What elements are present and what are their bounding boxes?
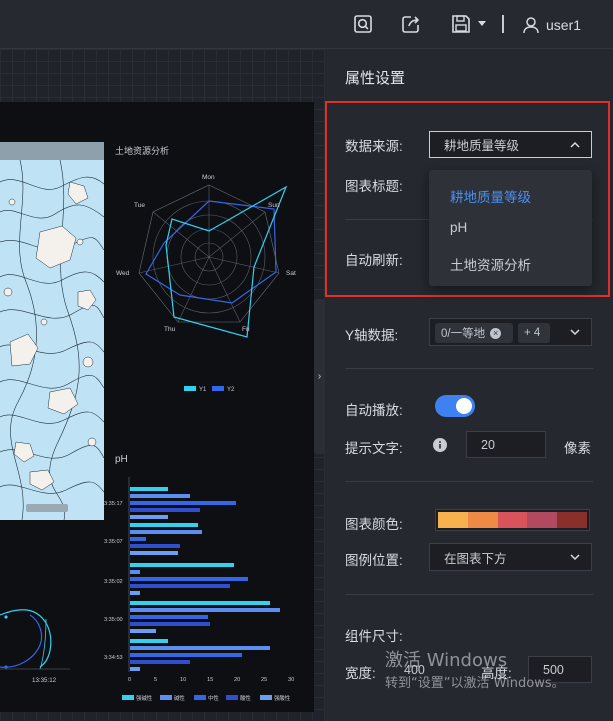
bar-x-tick: 0 [128, 677, 131, 683]
dropdown-option-land-analysis[interactable]: 土地资源分析 [450, 254, 531, 274]
bar-x-tick: 25 [261, 677, 267, 683]
map-panel [0, 142, 104, 520]
palette-swatch [438, 512, 468, 528]
editor-canvas[interactable]: 土地资源分析 Mon Sun Sat Fri Thu Wed Tue Y1 Y2… [0, 49, 325, 721]
bar-x-tick: 10 [180, 677, 186, 683]
activation-watermark-text: 转到“设置”以激活 Windows。 [385, 676, 565, 691]
chevron-up-icon [570, 141, 580, 148]
dropdown-option-cultivated-quality[interactable]: 耕地质量等级 [450, 186, 531, 206]
tag-close-icon[interactable]: × [490, 327, 502, 339]
chevron-down-icon [570, 329, 580, 336]
palette-swatch [467, 512, 498, 528]
username: user1 [546, 17, 582, 33]
section-divider [345, 368, 593, 369]
radar-axis-mon: Mon [202, 174, 215, 181]
bar-legend: 强碱性 [136, 694, 153, 702]
bar-category: 3:35:00 [104, 617, 123, 623]
info-icon[interactable] [433, 438, 447, 452]
bar-legend: 碱性 [174, 694, 185, 702]
bar-x-tick: 30 [288, 677, 294, 683]
auto-refresh-label: 自动刷新: [345, 253, 403, 268]
bar-legend: 酸性 [240, 694, 251, 702]
legend-position-value: 在图表下方 [444, 551, 507, 566]
radar-axis-sat: Sat [286, 270, 296, 277]
radar-axis-tue: Tue [134, 202, 145, 209]
bar-category: 3:35:07 [104, 539, 123, 545]
bar-category: 3:35:17 [104, 501, 123, 507]
legend-position-label: 图例位置: [345, 553, 403, 568]
radar-chart: Mon Sun Sat Fri Thu Wed Tue Y1 Y2 [116, 174, 296, 393]
line-chart: 13:35:12 [0, 609, 70, 684]
activation-watermark-title: 激活 Windows [385, 650, 508, 671]
bar-x-tick: 5 [154, 677, 157, 683]
user-icon [523, 17, 539, 34]
component-size-label: 组件尺寸: [345, 629, 403, 644]
data-source-value: 耕地质量等级 [444, 139, 520, 153]
autoplay-toggle[interactable] [435, 395, 475, 417]
bar-category: 3:34:53 [104, 655, 123, 661]
data-source-select[interactable]: 耕地质量等级 [429, 131, 592, 158]
y-axis-more-label: + 4 [524, 327, 541, 339]
share-icon[interactable] [400, 13, 422, 35]
line-chart-x-label: 13:35:12 [32, 677, 57, 684]
bar-legend: 中性 [208, 694, 219, 702]
top-toolbar: user1 [0, 0, 613, 49]
bar-chart: 3:35:17 3:35:07 3:35:02 3:35:00 3:34:53 [104, 477, 294, 702]
radar-legend-y2: Y2 [227, 387, 235, 393]
radar-chart-title: 土地资源分析 [115, 146, 170, 156]
y-axis-label: Y轴数据: [345, 328, 399, 343]
tooltip-unit: 像素 [564, 441, 591, 456]
land-map [0, 142, 104, 520]
save-icon[interactable] [450, 13, 472, 35]
palette-swatch [527, 512, 558, 528]
chevron-down-icon [570, 554, 580, 561]
y-axis-tag: 0/一等地 × [435, 323, 513, 343]
dropdown-option-ph[interactable]: pH [450, 220, 467, 235]
section-divider [345, 481, 593, 482]
chevron-down-icon[interactable] [477, 20, 487, 28]
y-axis-more-tag: + 4 [518, 323, 550, 343]
panel-title: 属性设置 [345, 70, 406, 87]
radar-axis-wed: Wed [116, 270, 130, 277]
dashboard-preview[interactable]: 土地资源分析 Mon Sun Sat Fri Thu Wed Tue Y1 Y2… [0, 102, 314, 712]
width-label: 宽度: [345, 666, 376, 681]
section-divider [345, 594, 593, 595]
data-source-label: 数据来源: [345, 139, 403, 154]
palette-swatch [497, 512, 528, 528]
bar-chart-title: pH [115, 454, 128, 465]
radar-axis-thu: Thu [164, 326, 176, 333]
tooltip-size-value: 20 [481, 437, 495, 452]
properties-panel: 属性设置 数据来源: 耕地质量等级 图表标题: 自动刷新: 耕地质量等级 pH … [325, 49, 613, 721]
user-menu[interactable]: user1 [522, 14, 581, 36]
chart-title-label: 图表标题: [345, 179, 403, 194]
legend-position-select[interactable]: 在图表下方 [429, 543, 592, 571]
panel-collapse-toggle[interactable]: › [314, 299, 325, 454]
preview-icon[interactable] [352, 13, 374, 35]
radar-axis-sun: Sun [268, 202, 280, 209]
y-axis-select[interactable]: 0/一等地 × + 4 [429, 318, 592, 346]
palette-swatch [557, 512, 587, 528]
bar-x-tick: 20 [234, 677, 240, 683]
radar-legend-y1: Y1 [199, 387, 207, 393]
color-palette-picker[interactable] [435, 509, 590, 531]
data-source-dropdown: 耕地质量等级 pH 土地资源分析 [429, 170, 592, 286]
tooltip-size-input[interactable]: 20 [466, 431, 546, 458]
tooltip-label: 提示文字: [345, 441, 403, 456]
bar-x-tick: 15 [207, 677, 213, 683]
y-axis-tag-label: 0/一等地 [441, 328, 486, 340]
autoplay-label: 自动播放: [345, 403, 403, 418]
bar-legend: 强酸性 [274, 694, 291, 702]
radar-axis-fri: Fri [242, 326, 250, 333]
toolbar-divider [502, 15, 504, 33]
chart-color-label: 图表颜色: [345, 517, 403, 532]
bar-category: 3:35:02 [104, 579, 123, 585]
